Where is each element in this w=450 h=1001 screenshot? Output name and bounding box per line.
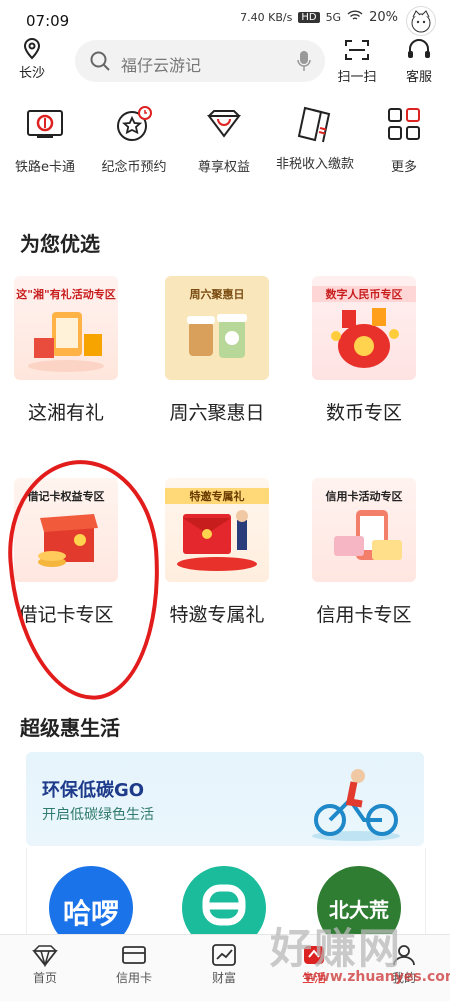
tab-home[interactable]: 首页 [15, 943, 75, 986]
hd-badge: HD [298, 12, 320, 23]
cat-avatar-icon [406, 6, 436, 36]
tab-label: 首页 [32, 971, 57, 985]
microphone-icon[interactable] [297, 50, 311, 76]
location-label: 长沙 [18, 66, 45, 81]
tab-label: 财富 [211, 971, 236, 985]
promo-tag: 数字人民币专区 [312, 286, 416, 302]
customer-service-button[interactable]: 客服 [396, 38, 442, 85]
promo-image: 信用卡活动专区 [312, 478, 416, 582]
watermark-text: 好赚网 [270, 924, 403, 973]
status-indicators: 7.40 KB/s HD 5G 20% [240, 10, 398, 25]
headset-icon [408, 39, 430, 58]
promo-credit-card[interactable]: 信用卡活动专区 信用卡专区 [304, 478, 424, 627]
watermark: 好赚网 www.zhuanyes.com [270, 915, 450, 995]
wifi-icon [347, 10, 363, 25]
promo-label: 这湘有礼 [27, 402, 104, 424]
scan-button[interactable]: 扫一扫 [334, 38, 380, 85]
cyclist-illustration [312, 769, 400, 841]
promo-image: 数字人民币专区 [312, 276, 416, 380]
railway-card-icon [27, 110, 63, 138]
promo-image: 这"湘"有礼活动专区 [14, 276, 118, 380]
promo-xiangyouli[interactable]: 这"湘"有礼活动专区 这湘有礼 [6, 276, 126, 425]
quick-actions: 铁路e卡通 纪念币预约 尊享权益 非税收入缴款 更多 [0, 104, 450, 194]
location-pin-icon [23, 38, 41, 60]
battery-text: 20% [369, 10, 398, 25]
net-speed: 7.40 KB/s [240, 11, 293, 24]
tab-credit-card[interactable]: 信用卡 [104, 943, 164, 986]
status-bar: 07:09 7.40 KB/s HD 5G 20% [0, 0, 450, 38]
promo-tag: 周六聚惠日 [189, 288, 245, 301]
red-circle-annotation [1, 455, 169, 705]
coin-clock-icon [117, 106, 152, 141]
promo-invited-gift[interactable]: 特邀专属礼 特邀专属礼 [157, 478, 277, 627]
promo-tag: 这"湘"有礼活动专区 [16, 288, 116, 301]
promo-label: 信用卡专区 [316, 604, 412, 626]
banner-title: 环保低碳GO [42, 780, 145, 801]
search-placeholder: 福仔云游记 [121, 56, 202, 75]
quick-action-label: 非税收入缴款 [275, 157, 354, 172]
quick-action-label: 铁路e卡通 [15, 160, 75, 175]
quick-action-label: 尊享权益 [197, 160, 250, 175]
tab-label: 信用卡 [115, 971, 152, 985]
quick-action-label: 纪念币预约 [101, 160, 167, 175]
diamond-icon [32, 945, 58, 967]
credit-card-icon [122, 946, 146, 964]
promo-image: 周六聚惠日 [165, 276, 269, 380]
location-button[interactable]: 长沙 [12, 38, 52, 81]
quick-action-coin-reservation[interactable]: 纪念币预约 [92, 104, 176, 175]
quick-action-nontax-payment[interactable]: 非税收入缴款 [271, 104, 359, 174]
service-label: 客服 [405, 70, 432, 85]
promo-tag: 特邀专属礼 [165, 488, 269, 504]
diamond-icon [207, 110, 241, 138]
promo-label: 周六聚惠日 [169, 402, 265, 424]
tab-wealth[interactable]: 财富 [194, 943, 254, 986]
scan-icon [345, 40, 369, 60]
promo-tag: 信用卡活动专区 [325, 490, 403, 503]
search-icon [89, 50, 111, 76]
quick-action-railway-card[interactable]: 铁路e卡通 [8, 104, 82, 175]
quick-action-label: 更多 [390, 160, 417, 175]
chart-trend-icon [212, 944, 236, 966]
promo-digital-currency[interactable]: 数字人民币专区 数币专区 [304, 276, 424, 425]
grid-icon [388, 108, 420, 140]
status-time: 07:09 [26, 12, 70, 30]
hello-app-label: 哈啰 [62, 897, 119, 930]
super-life-section-title: 超级惠生活 [20, 716, 120, 740]
scan-label: 扫一扫 [337, 70, 377, 85]
recommend-section-title: 为您优选 [20, 232, 100, 256]
banner-subtitle: 开启低碳绿色生活 [42, 807, 154, 823]
eco-banner[interactable]: 环保低碳GO 开启低碳绿色生活 [26, 752, 424, 846]
promo-label: 数币专区 [325, 402, 402, 424]
quick-action-more[interactable]: 更多 [372, 104, 436, 175]
top-bar: 长沙 福仔云游记 扫一扫 客服 [0, 38, 450, 90]
signal-indicator: 5G [325, 11, 342, 24]
promo-saturday-deals[interactable]: 周六聚惠日 周六聚惠日 [157, 276, 277, 425]
search-bar[interactable]: 福仔云游记 [75, 40, 325, 82]
promo-image: 特邀专属礼 [165, 478, 269, 582]
quick-action-privileges[interactable]: 尊享权益 [187, 104, 261, 175]
watermark-url: www.zhuanyes.com [304, 969, 450, 985]
receipt-icon [297, 106, 331, 143]
promo-label: 特邀专属礼 [169, 604, 265, 626]
